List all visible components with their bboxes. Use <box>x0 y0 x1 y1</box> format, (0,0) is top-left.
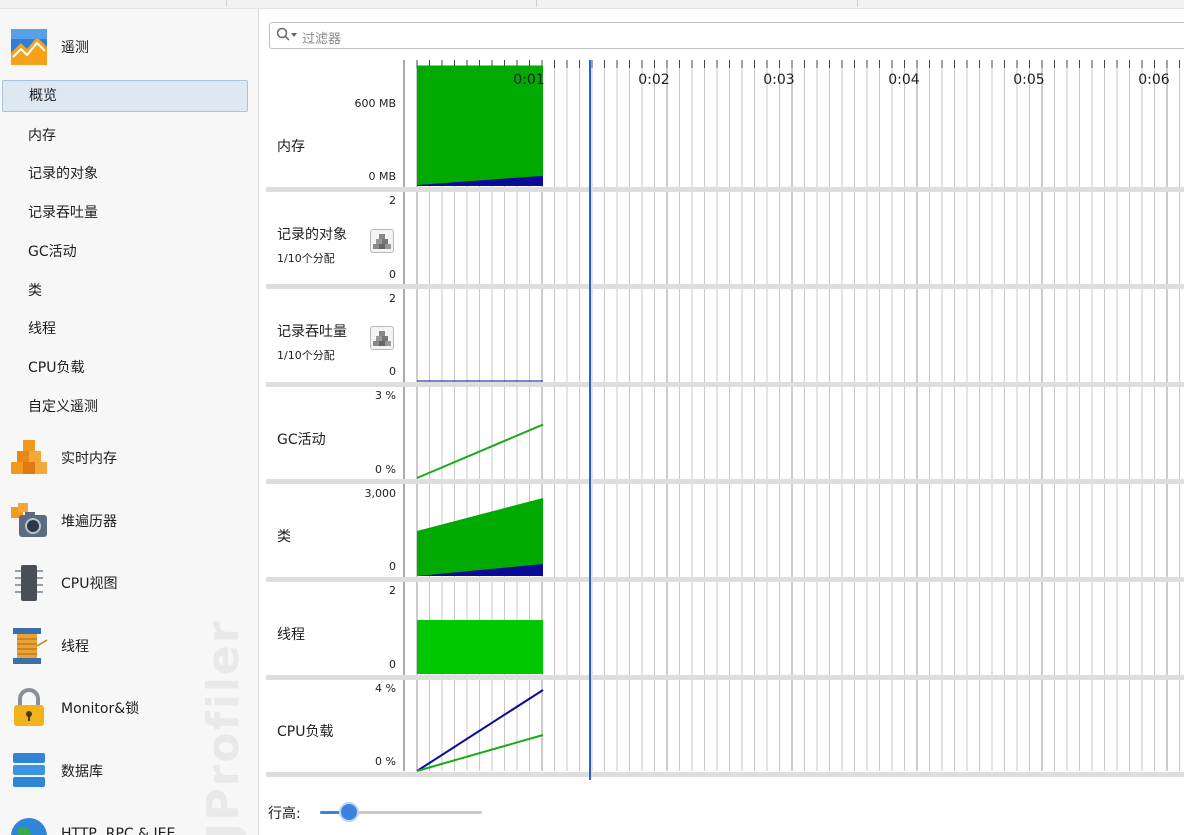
y-tick-max: 3,000 <box>364 487 397 500</box>
allocation-settings-button[interactable] <box>370 229 394 253</box>
threads-area <box>417 620 543 674</box>
section-label: Monitor&锁 <box>61 701 140 717</box>
sidebar-item-recorded-objects[interactable]: 记录的对象 <box>2 158 248 190</box>
y-tick-max: 4 % <box>375 682 396 695</box>
section-label: 堆遍历器 <box>61 514 117 530</box>
sidebar-item-gc-activity[interactable]: GC活动 <box>2 236 248 268</box>
row-label-threads: 线程 <box>277 627 305 643</box>
x-tick: 0:05 <box>1013 72 1045 88</box>
x-tick: 0:02 <box>638 72 670 88</box>
y-tick-min: 0 % <box>375 463 396 476</box>
row-separator <box>266 187 1184 192</box>
telemetry-icon <box>11 29 47 65</box>
row-separator <box>266 772 1184 777</box>
jprofiler-watermark: JProfiler <box>198 619 249 835</box>
globe-icon <box>11 818 47 835</box>
row-sublabel: 1/10个分配 <box>277 252 335 265</box>
sidebar-item-classes[interactable]: 类 <box>2 275 248 307</box>
padlock-icon <box>14 688 44 726</box>
allocation-settings-button[interactable] <box>370 326 394 350</box>
section-cpu-views[interactable]: CPU视图 <box>0 553 258 613</box>
sidebar-item-label: 概览 <box>29 88 57 104</box>
row-sublabel: 1/10个分配 <box>277 349 335 362</box>
sidebar-item-cpu-load[interactable]: CPU负载 <box>2 352 248 384</box>
section-label: 数据库 <box>61 764 103 780</box>
section-label: 实时内存 <box>61 451 117 467</box>
filter-placeholder: 过滤器 <box>302 32 342 47</box>
row-height-label: 行高: <box>268 806 301 822</box>
row-separator <box>266 479 1184 484</box>
y-tick-min: 0 <box>389 268 396 281</box>
sidebar-item-recorded-throughput[interactable]: 记录吞吐量 <box>2 197 248 229</box>
cubes-settings-icon <box>373 331 391 346</box>
y-tick-max: 600 MB <box>354 97 396 110</box>
row-separator <box>266 675 1184 680</box>
row-separator <box>266 284 1184 289</box>
x-tick: 0:06 <box>1138 72 1170 88</box>
sidebar-item-overview[interactable]: 概览 <box>2 80 248 112</box>
y-tick-max: 3 % <box>375 389 396 402</box>
sidebar-item-label: 线程 <box>28 321 56 337</box>
x-tick: 0:04 <box>888 72 920 88</box>
database-icon <box>13 753 45 787</box>
row-height-slider-knob[interactable] <box>339 802 360 822</box>
sidebar-item-label: 记录的对象 <box>28 166 98 182</box>
section-telemetry-label: 遥测 <box>61 40 89 56</box>
camera-icon <box>11 503 47 537</box>
section-label: HTTP, RPC & JEE <box>61 826 176 835</box>
top-tabs-strip <box>0 0 1184 9</box>
chip-icon <box>15 565 43 601</box>
sidebar-item-custom-telemetry[interactable]: 自定义遥测 <box>2 391 248 423</box>
y-tick-max: 2 <box>389 292 396 305</box>
y-tick-min: 0 MB <box>368 170 396 183</box>
cubes-icon <box>11 440 47 474</box>
spool-icon <box>13 628 48 664</box>
y-tick-min: 0 <box>389 658 396 671</box>
sidebar-item-label: 类 <box>28 283 42 299</box>
section-label: 线程 <box>61 639 89 655</box>
y-tick-min: 0 <box>389 560 396 573</box>
y-tick-min: 0 <box>389 365 396 378</box>
sidebar-item-threads[interactable]: 线程 <box>2 313 248 345</box>
cubes-settings-icon <box>373 234 391 249</box>
sidebar-item-label: 记录吞吐量 <box>28 205 98 221</box>
sidebar: 遥测 概览 内存 记录的对象 记录吞吐量 GC活动 类 线程 CPU负载 自定义… <box>0 9 259 835</box>
row-label-memory: 内存 <box>277 139 305 155</box>
sidebar-item-label: 内存 <box>28 128 56 144</box>
sidebar-item-label: CPU负载 <box>28 360 85 376</box>
row-label-cpu-load: CPU负载 <box>277 724 334 740</box>
sidebar-item-label: GC活动 <box>28 244 77 260</box>
filter-input[interactable]: 过滤器 <box>269 22 1184 49</box>
x-tick: 0:01 <box>513 72 545 88</box>
timeline-grid <box>266 60 1184 780</box>
y-tick-max: 2 <box>389 584 396 597</box>
y-tick-max: 2 <box>389 194 396 207</box>
sidebar-item-memory[interactable]: 内存 <box>2 120 248 152</box>
section-telemetry[interactable]: 遥测 <box>0 17 258 77</box>
row-label-gc-activity: GC活动 <box>277 432 326 448</box>
timeline-area[interactable] <box>266 60 1184 780</box>
y-tick-min: 0 % <box>375 755 396 768</box>
row-label-recorded-throughput: 记录吞吐量 <box>277 324 347 340</box>
section-live-memory[interactable]: 实时内存 <box>0 428 258 488</box>
tab-separator <box>857 0 858 7</box>
tab-separator <box>536 0 537 7</box>
tab-separator <box>226 0 227 7</box>
search-icon <box>276 27 297 41</box>
section-heap-walker[interactable]: 堆遍历器 <box>0 491 258 551</box>
x-tick: 0:03 <box>763 72 795 88</box>
row-separator <box>266 382 1184 387</box>
row-label-classes: 类 <box>277 529 291 545</box>
row-label-recorded-objects: 记录的对象 <box>277 227 347 243</box>
section-label: CPU视图 <box>61 576 118 592</box>
sidebar-item-label: 自定义遥测 <box>28 399 98 415</box>
row-separator <box>266 577 1184 582</box>
